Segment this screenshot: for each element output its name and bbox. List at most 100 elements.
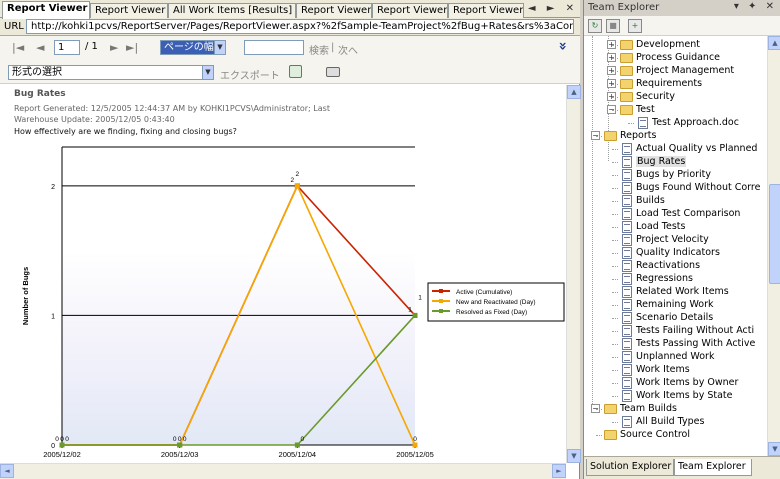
scroll-left-icon[interactable]: ◄ xyxy=(0,464,14,478)
scroll-up-icon[interactable]: ▲ xyxy=(567,85,581,99)
tab-report-viewer-3[interactable]: Report Viewer xyxy=(296,3,372,18)
tree-item-process-guidance[interactable]: Process Guidance xyxy=(620,51,720,64)
tree-connector xyxy=(612,201,618,202)
zoom-select[interactable]: ページの幅 ▼ xyxy=(160,40,226,55)
tree-item-related-work-items[interactable]: Related Work Items xyxy=(620,285,729,298)
print-icon[interactable] xyxy=(326,67,340,77)
data-label: 1 xyxy=(408,306,412,313)
export-link[interactable]: エクスポート xyxy=(220,67,280,82)
tree-item-label: Team Builds xyxy=(620,403,677,414)
refresh-icon[interactable]: ↻ xyxy=(588,19,602,33)
tree-item-load-test-comparison[interactable]: Load Test Comparison xyxy=(620,207,740,220)
tree-item-tests-passing-with-active[interactable]: Tests Passing With Active xyxy=(620,337,755,350)
tree-item-source-control[interactable]: Source Control xyxy=(604,428,690,441)
tab-report-viewer-2[interactable]: Report Viewer xyxy=(90,3,168,18)
tree-item-project-velocity[interactable]: Project Velocity xyxy=(620,233,709,246)
tree-item-security[interactable]: Security xyxy=(620,90,675,103)
page-number-input[interactable]: 1 xyxy=(54,40,80,55)
prev-page-icon[interactable]: ◄ xyxy=(36,41,44,54)
chevron-down-icon[interactable]: ▼ xyxy=(202,66,213,79)
tab-report-viewer-4[interactable]: Report Viewer xyxy=(372,3,448,18)
find-next-link[interactable]: 次へ xyxy=(338,42,358,57)
scrollbar-thumb[interactable] xyxy=(769,184,780,284)
tree-item-test-approach-doc[interactable]: Test Approach.doc xyxy=(636,116,739,129)
tree-item-bugs-found-without-corre[interactable]: Bugs Found Without Corre xyxy=(620,181,760,194)
data-label: 0 xyxy=(413,436,417,443)
find-link[interactable]: 検索 xyxy=(309,42,329,57)
tree-item-reports[interactable]: Reports xyxy=(604,129,656,142)
tree-item-regressions[interactable]: Regressions xyxy=(620,272,693,285)
scroll-down-icon[interactable]: ▼ xyxy=(567,449,581,463)
tree-connector xyxy=(612,318,618,319)
url-field[interactable]: http://kohki1pcvs/ReportServer/Pages/Rep… xyxy=(26,19,574,34)
x-tick-label: 2005/12/05 xyxy=(396,450,434,459)
tree-item-label: Tests Failing Without Acti xyxy=(636,325,755,336)
report-generated-info: Report Generated: 12/5/2005 12:44:37 AM … xyxy=(14,104,330,124)
report-vertical-scrollbar[interactable]: ▲ ▼ xyxy=(566,85,581,463)
folder-icon xyxy=(604,404,617,414)
tab-report-viewer-1[interactable]: Report Viewer xyxy=(2,1,90,19)
tree-item-team-builds[interactable]: Team Builds xyxy=(604,402,677,415)
tree-item-scenario-details[interactable]: Scenario Details xyxy=(620,311,713,324)
scroll-right-icon[interactable]: ► xyxy=(552,464,566,478)
next-page-icon[interactable]: ► xyxy=(110,41,118,54)
tree-item-tests-failing-without-acti[interactable]: Tests Failing Without Acti xyxy=(620,324,754,337)
tree-item-work-items-by-owner[interactable]: Work Items by Owner xyxy=(620,376,738,389)
scroll-up-icon[interactable]: ▲ xyxy=(768,36,780,50)
first-page-icon[interactable]: |◄ xyxy=(12,41,24,54)
refresh-icon[interactable] xyxy=(289,65,302,78)
y-axis-label: Number of Bugs xyxy=(21,267,30,325)
tree-item-remaining-work[interactable]: Remaining Work xyxy=(620,298,714,311)
tab-all-work-items[interactable]: All Work Items [Results] xyxy=(168,3,296,18)
add-team-project-icon[interactable]: + xyxy=(628,19,642,33)
tree-item-requirements[interactable]: Requirements xyxy=(620,77,702,90)
tab-team-explorer[interactable]: Team Explorer xyxy=(674,459,752,476)
tree-item-label: Requirements xyxy=(636,78,703,89)
last-page-icon[interactable]: ►| xyxy=(126,41,138,54)
tree-item-label: Work Items by State xyxy=(636,390,733,401)
tree-vertical-scrollbar[interactable]: ▲ ▼ xyxy=(767,36,780,456)
find-text-input[interactable] xyxy=(244,40,304,55)
tree-item-load-tests[interactable]: Load Tests xyxy=(620,220,685,233)
report-icon xyxy=(622,260,632,272)
tab-solution-explorer[interactable]: Solution Explorer xyxy=(586,459,674,476)
tree-item-actual-quality-vs-planned[interactable]: Actual Quality vs Planned xyxy=(620,142,757,155)
tree-item-development[interactable]: Development xyxy=(620,38,700,51)
tree-item-all-build-types[interactable]: All Build Types xyxy=(620,415,704,428)
tab-scroll-close-controls[interactable]: ◄ ► ✕ xyxy=(528,3,578,14)
scroll-down-icon[interactable]: ▼ xyxy=(768,442,780,456)
tree-item-test[interactable]: Test xyxy=(620,103,655,116)
tab-report-viewer-5[interactable]: Report Viewer xyxy=(448,3,524,18)
tree-connector xyxy=(612,214,618,215)
tree-connector xyxy=(612,253,618,254)
tree-item-bugs-by-priority[interactable]: Bugs by Priority xyxy=(620,168,711,181)
report-icon xyxy=(622,182,632,194)
tree-item-quality-indicators[interactable]: Quality Indicators xyxy=(620,246,720,259)
legend-label: Resolved as Fixed (Day) xyxy=(456,309,527,316)
tree-item-work-items-by-state[interactable]: Work Items by State xyxy=(620,389,733,402)
tree-item-work-items[interactable]: Work Items xyxy=(620,363,690,376)
expand-toolbar-icon[interactable]: » xyxy=(555,41,571,50)
data-label: 0 xyxy=(173,436,177,443)
tree-item-builds[interactable]: Builds xyxy=(620,194,665,207)
tree-connector xyxy=(596,136,602,137)
tree-item-label: Tests Passing With Active xyxy=(636,338,756,349)
tree-item-label: Reports xyxy=(620,130,657,141)
tree-item-unplanned-work[interactable]: Unplanned Work xyxy=(620,350,714,363)
tree-item-label: Remaining Work xyxy=(636,299,714,310)
data-point xyxy=(412,442,418,448)
tree-item-label: Source Control xyxy=(620,429,690,440)
export-format-select[interactable]: 形式の選択 ▼ xyxy=(8,65,214,80)
document-tab-strip: Report Viewer Report Viewer All Work Ite… xyxy=(0,0,580,19)
data-label: 0 xyxy=(55,436,59,443)
tree-connector xyxy=(612,149,618,150)
report-horizontal-scrollbar[interactable]: ◄ ► xyxy=(0,463,566,479)
tree-item-label: Regressions xyxy=(636,273,693,284)
tree-item-project-management[interactable]: Project Management xyxy=(620,64,734,77)
data-point xyxy=(59,442,65,448)
stop-icon[interactable]: ■ xyxy=(606,19,620,33)
tree-item-bug-rates[interactable]: Bug Rates xyxy=(620,155,687,168)
tree-item-reactivations[interactable]: Reactivations xyxy=(620,259,700,272)
window-controls[interactable]: ▾ ✦ ✕ xyxy=(734,1,777,12)
chevron-down-icon[interactable]: ▼ xyxy=(214,41,225,54)
